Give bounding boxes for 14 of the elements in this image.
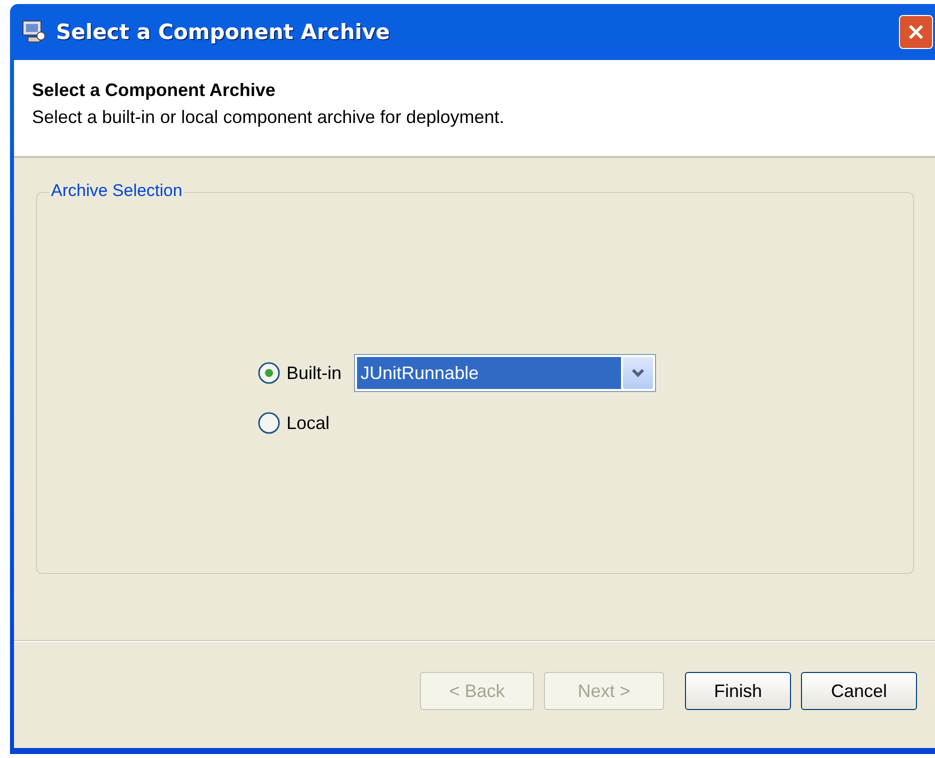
close-button[interactable]: [899, 15, 933, 49]
dialog-button[interactable]: Finish: [685, 672, 791, 710]
radio-button[interactable]: [258, 362, 280, 384]
dialog-button[interactable]: Cancel: [801, 672, 917, 710]
header-subtitle: Select a built-in or local component archive for deployment.: [32, 107, 506, 128]
radio-button[interactable]: [258, 412, 280, 434]
dropdown-value: JUnitRunnable: [356, 357, 621, 389]
close-icon: [906, 22, 926, 42]
radio-label[interactable]: Local: [286, 412, 330, 434]
window-title: Select a Component Archive: [56, 20, 390, 44]
header-title: Select a Component Archive: [32, 80, 276, 101]
radio-label[interactable]: Built-in: [286, 362, 342, 384]
archive-dropdown[interactable]: JUnitRunnable: [354, 354, 656, 392]
chevron-down-icon: [630, 368, 645, 378]
